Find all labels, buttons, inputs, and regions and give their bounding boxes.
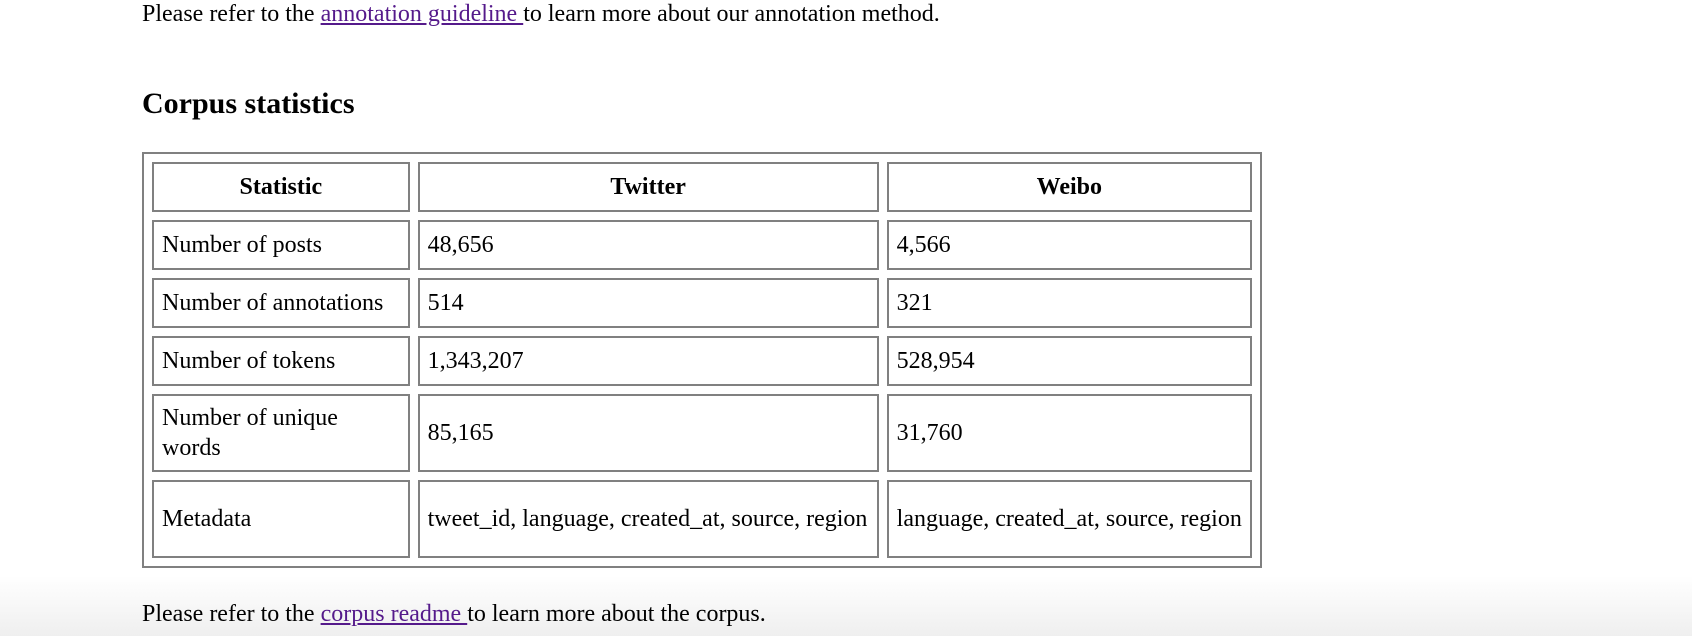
table-row: Number of posts 48,656 4,566 bbox=[152, 220, 1252, 270]
twitter-value: 85,165 bbox=[417, 394, 879, 472]
table-row: Metadata tweet_id, language, created_at,… bbox=[152, 480, 1252, 558]
annotation-guideline-paragraph: Please refer to the annotation guideline… bbox=[142, 0, 940, 28]
table-header-row: Statistic Twitter Weibo bbox=[152, 162, 1252, 212]
twitter-value: 48,656 bbox=[417, 220, 879, 270]
row-label: Metadata bbox=[152, 480, 410, 558]
weibo-value: 528,954 bbox=[886, 336, 1252, 386]
table-row: Number of annotations 514 321 bbox=[152, 278, 1252, 328]
row-label: Number of tokens bbox=[152, 336, 410, 386]
header-twitter: Twitter bbox=[417, 162, 879, 212]
row-label: Number of annotations bbox=[152, 278, 410, 328]
twitter-value: 1,343,207 bbox=[417, 336, 879, 386]
twitter-value: tweet_id, language, created_at, source, … bbox=[417, 480, 879, 558]
corpus-readme-link[interactable]: corpus readme bbox=[321, 601, 468, 627]
outro-prefix: Please refer to the bbox=[142, 601, 321, 627]
page: Please refer to the annotation guideline… bbox=[0, 0, 1692, 636]
header-statistic: Statistic bbox=[152, 162, 410, 212]
annotation-guideline-link[interactable]: annotation guideline bbox=[321, 1, 524, 27]
table-row: Number of tokens 1,343,207 528,954 bbox=[152, 336, 1252, 386]
table-row: Number of unique words 85,165 31,760 bbox=[152, 394, 1252, 472]
weibo-value: 321 bbox=[886, 278, 1252, 328]
intro-prefix: Please refer to the bbox=[142, 1, 321, 27]
outro-suffix: to learn more about the corpus. bbox=[467, 601, 766, 627]
header-weibo: Weibo bbox=[886, 162, 1252, 212]
corpus-statistics-table: Statistic Twitter Weibo Number of posts … bbox=[142, 152, 1262, 568]
weibo-value: 31,760 bbox=[886, 394, 1252, 472]
weibo-value: 4,566 bbox=[886, 220, 1252, 270]
section-title: Corpus statistics bbox=[142, 87, 355, 120]
row-label: Number of unique words bbox=[152, 394, 410, 472]
corpus-readme-paragraph: Please refer to the corpus readme to lea… bbox=[142, 600, 766, 628]
intro-suffix: to learn more about our annotation metho… bbox=[523, 1, 940, 27]
twitter-value: 514 bbox=[417, 278, 879, 328]
weibo-value: language, created_at, source, region bbox=[886, 480, 1252, 558]
row-label: Number of posts bbox=[152, 220, 410, 270]
